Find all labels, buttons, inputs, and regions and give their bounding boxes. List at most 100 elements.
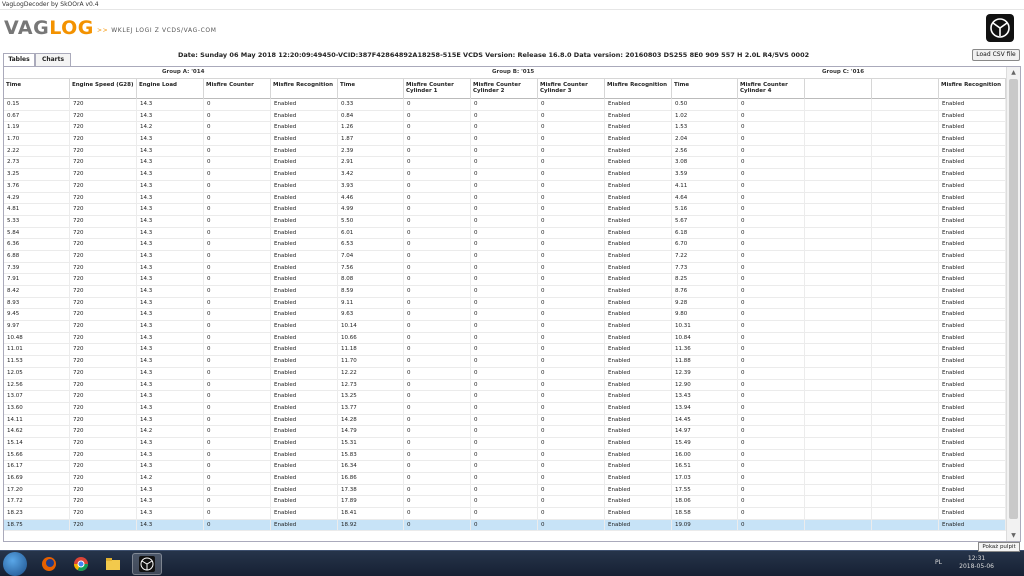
column-header[interactable]: Misfire Recognition (939, 79, 1006, 99)
table-row[interactable]: 11.53 720 14.3 0 Enabled 11.70 0 0 0 Enabled 11.88… (4, 356, 1006, 368)
table-row[interactable]: 16.17 720 14.3 0 Enabled 16.34 0 0 0 Enabled 16.51… (4, 461, 1006, 473)
explorer-icon[interactable] (98, 553, 128, 575)
column-header[interactable]: Time (672, 79, 738, 99)
table-row[interactable]: 7.39 720 14.3 0 Enabled 7.56 0 0 0 Enabled 7.73 0 En… (4, 262, 1006, 275)
table-cell (805, 332, 872, 345)
vaglog-taskbar-icon[interactable] (132, 553, 162, 575)
table-cell: 1.53 (672, 122, 738, 135)
logo-arrows: >> (97, 27, 109, 34)
table-row[interactable]: 3.76 720 14.3 0 Enabled 3.93 0 0 0 Enabled 4.11 0 En… (4, 180, 1006, 193)
table-row[interactable]: 11.01 720 14.3 0 Enabled 11.18 0 0 0 Enabled 11.36… (4, 344, 1006, 357)
table-row[interactable]: 14.11 720 14.3 0 Enabled 14.28 0 0 0 Enabled 14.45… (4, 414, 1006, 427)
table-row[interactable]: 4.29 720 14.3 0 Enabled 4.46 0 0 0 Enabled 4.64 0 En… (4, 192, 1006, 205)
vertical-scrollbar[interactable]: ▲ ▼ (1006, 67, 1020, 541)
table-cell: Enabled (271, 426, 338, 438)
table-row[interactable]: 17.72 720 14.3 0 Enabled 17.89 0 0 0 Enabled 18.06… (4, 496, 1006, 509)
table-row[interactable]: 5.33 720 14.3 0 Enabled 5.50 0 0 0 Enabled 5.67 0 En… (4, 215, 1006, 228)
clock-date: 2018-05-06 (959, 563, 994, 570)
table-cell: 0 (204, 461, 271, 473)
table-row[interactable]: 6.36 720 14.3 0 Enabled 6.53 0 0 0 Enabled 6.70 0 En… (4, 239, 1006, 251)
table-row[interactable]: 0.67 720 14.3 0 Enabled 0.84 0 0 0 Enabled 1.02 0 En… (4, 110, 1006, 123)
language-indicator[interactable]: PL (935, 559, 942, 566)
table-cell: 0 (738, 414, 805, 427)
table-cell: 0 (204, 367, 271, 380)
table-row[interactable]: 18.75 720 14.3 0 Enabled 18.92 0 0 0 Enabled 19.09… (4, 519, 1006, 532)
column-header[interactable]: Engine Load (137, 79, 204, 99)
table-cell: 11.53 (4, 356, 70, 368)
column-header[interactable] (805, 79, 872, 99)
column-header[interactable]: Misfire Counter Cylinder 4 (738, 79, 805, 99)
table-cell: 1.19 (4, 122, 70, 135)
table-row[interactable]: 12.56 720 14.3 0 Enabled 12.73 0 0 0 Enabled 12.90… (4, 379, 1006, 392)
table-row[interactable]: 13.60 720 14.3 0 Enabled 13.77 0 0 0 Enabled 13.94… (4, 402, 1006, 415)
table-row[interactable]: 5.84 720 14.3 0 Enabled 6.01 0 0 0 Enabled 6.18 0 En… (4, 227, 1006, 240)
table-row[interactable]: 2.22 720 14.3 0 Enabled 2.39 0 0 0 Enabled 2.56 0 En… (4, 145, 1006, 158)
table-cell: 0 (538, 309, 605, 322)
table-row[interactable]: 3.25 720 14.3 0 Enabled 3.42 0 0 0 Enabled 3.59 0 En… (4, 169, 1006, 181)
table-cell: Enabled (939, 239, 1006, 251)
group-b-label: Group B: '015 (492, 69, 535, 75)
table-cell: 8.76 (672, 286, 738, 298)
table-row[interactable]: 7.91 720 14.3 0 Enabled 8.08 0 0 0 Enabled 8.25 0 En… (4, 274, 1006, 286)
column-header[interactable]: Engine Speed (G28) (70, 79, 137, 99)
column-header[interactable]: Misfire Counter Cylinder 1 (404, 79, 471, 99)
scroll-up-icon[interactable]: ▲ (1009, 68, 1018, 77)
column-header[interactable]: Time (4, 79, 70, 99)
app-logo: VAGLOG (4, 18, 94, 38)
scroll-down-icon[interactable]: ▼ (1009, 531, 1018, 540)
tab-charts[interactable]: Charts (35, 53, 71, 66)
table-row[interactable]: 1.70 720 14.3 0 Enabled 1.87 0 0 0 Enabled 2.04 0 En… (4, 134, 1006, 146)
tab-tables[interactable]: Tables (3, 53, 35, 66)
table-row[interactable]: 12.05 720 14.3 0 Enabled 12.22 0 0 0 Enabled 12.39… (4, 367, 1006, 380)
column-header[interactable]: Misfire Counter (204, 79, 271, 99)
table-row[interactable]: 4.81 720 14.3 0 Enabled 4.99 0 0 0 Enabled 5.16 0 En… (4, 204, 1006, 216)
firefox-icon[interactable] (34, 553, 64, 575)
table-row[interactable]: 8.42 720 14.3 0 Enabled 8.59 0 0 0 Enabled 8.76 0 En… (4, 286, 1006, 298)
column-header[interactable]: Time (338, 79, 404, 99)
column-header[interactable] (872, 79, 939, 99)
table-cell: 17.20 (4, 484, 70, 497)
table-cell: 0 (204, 286, 271, 298)
table-row[interactable]: 16.69 720 14.2 0 Enabled 16.86 0 0 0 Enabled 17.03… (4, 473, 1006, 485)
scrollbar-thumb[interactable] (1009, 79, 1018, 519)
table-cell: 14.3 (137, 250, 204, 263)
table-row[interactable]: 0.15 720 14.3 0 Enabled 0.33 0 0 0 Enabled 0.50 0 En… (4, 99, 1006, 111)
table-cell: 0.67 (4, 110, 70, 123)
table-row[interactable]: 17.20 720 14.3 0 Enabled 17.38 0 0 0 Enabled 17.55… (4, 484, 1006, 497)
table-cell (872, 204, 939, 216)
table-cell: 15.14 (4, 437, 70, 450)
column-header[interactable]: Misfire Counter Cylinder 3 (538, 79, 605, 99)
table-cell: 0 (204, 215, 271, 228)
table-cell (872, 519, 939, 532)
table-row[interactable]: 8.93 720 14.3 0 Enabled 9.11 0 0 0 Enabled 9.28 0 En… (4, 297, 1006, 310)
clock[interactable]: 12:31 2018-05-06 (959, 555, 994, 571)
table-cell: 720 (70, 414, 137, 427)
table-cell: 13.77 (338, 402, 404, 415)
table-row[interactable]: 9.97 720 14.3 0 Enabled 10.14 0 0 0 Enabled 10.31 0… (4, 321, 1006, 333)
table-row[interactable]: 6.88 720 14.3 0 Enabled 7.04 0 0 0 Enabled 7.22 0 En… (4, 250, 1006, 263)
table-cell: Enabled (271, 437, 338, 450)
column-header[interactable]: Misfire Counter Cylinder 2 (471, 79, 538, 99)
table-cell: 0 (538, 180, 605, 193)
table-row[interactable]: 15.66 720 14.3 0 Enabled 15.83 0 0 0 Enabled 16.00… (4, 449, 1006, 462)
table-row[interactable]: 13.07 720 14.3 0 Enabled 13.25 0 0 0 Enabled 13.43… (4, 391, 1006, 403)
start-button-icon[interactable] (3, 552, 27, 576)
table-row[interactable]: 15.14 720 14.3 0 Enabled 15.31 0 0 0 Enabled 15.49… (4, 437, 1006, 450)
table-cell: 2.04 (672, 134, 738, 146)
table-cell: 0 (471, 484, 538, 497)
table-row[interactable]: 18.23 720 14.3 0 Enabled 18.41 0 0 0 Enabled 18.58… (4, 508, 1006, 520)
load-csv-button[interactable]: Load CSV file (972, 49, 1020, 61)
table-cell: 9.11 (338, 297, 404, 310)
table-cell: 0 (204, 297, 271, 310)
table-row[interactable]: 14.62 720 14.2 0 Enabled 14.79 0 0 0 Enabled 14.97… (4, 426, 1006, 438)
chrome-icon[interactable] (66, 553, 96, 575)
table-row[interactable]: 1.19 720 14.2 0 Enabled 1.26 0 0 0 Enabled 1.53 0 En… (4, 122, 1006, 135)
column-header[interactable]: Misfire Recognition (605, 79, 672, 99)
table-row[interactable]: 10.48 720 14.3 0 Enabled 10.66 0 0 0 Enabled 10.84… (4, 332, 1006, 345)
table-cell: 0 (538, 356, 605, 368)
table-row[interactable]: 9.45 720 14.3 0 Enabled 9.63 0 0 0 Enabled 9.80 0 En… (4, 309, 1006, 322)
table-row[interactable]: 2.73 720 14.3 0 Enabled 2.91 0 0 0 Enabled 3.08 0 En… (4, 157, 1006, 170)
table-cell (872, 508, 939, 520)
table-cell: 0 (471, 332, 538, 345)
column-header[interactable]: Misfire Recognition (271, 79, 338, 99)
